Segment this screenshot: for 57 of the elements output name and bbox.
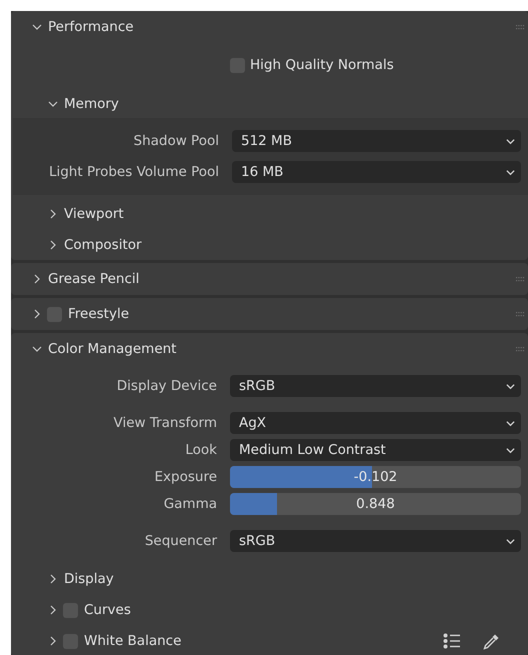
list-icon[interactable] bbox=[443, 633, 461, 649]
field-label: Sequencer bbox=[144, 532, 217, 551]
dropdown[interactable]: AgX bbox=[230, 412, 521, 434]
field-label: Look bbox=[184, 440, 217, 460]
panel-title: Grease Pencil bbox=[48, 270, 140, 289]
subpanel-header[interactable]: Display bbox=[11, 567, 528, 591]
chevron-down-icon[interactable] bbox=[48, 99, 58, 109]
subpanel-title: Memory bbox=[64, 94, 119, 114]
panel-title: Performance bbox=[48, 18, 134, 37]
field-label: Gamma bbox=[162, 494, 217, 514]
field-label: Shadow Pool bbox=[132, 132, 219, 151]
drag-handle-icon[interactable] bbox=[516, 24, 525, 30]
chevron-down-icon[interactable] bbox=[32, 344, 42, 354]
chevron-right-icon[interactable] bbox=[48, 240, 58, 250]
field-label: Light Probes Volume Pool bbox=[48, 162, 219, 182]
chevron-right-icon[interactable] bbox=[32, 309, 42, 319]
caret-icon bbox=[506, 382, 515, 390]
field-label: Exposure bbox=[154, 468, 217, 487]
field-label: View Transform bbox=[112, 414, 217, 433]
subpanel-title: Viewport bbox=[64, 204, 124, 224]
dropdown[interactable]: 512 MB bbox=[232, 130, 521, 152]
drag-handle-icon[interactable] bbox=[516, 312, 525, 316]
chevron-right-icon[interactable] bbox=[48, 605, 58, 615]
chevron-right-icon[interactable] bbox=[48, 574, 58, 584]
checkbox-label: High Quality Normals bbox=[250, 56, 394, 75]
chevron-right-icon[interactable] bbox=[48, 636, 58, 646]
drag-handle-icon[interactable] bbox=[516, 276, 525, 282]
subpanel-header[interactable]: White Balance bbox=[11, 629, 528, 653]
drag-handle-icon[interactable] bbox=[516, 346, 525, 352]
chevron-right-icon[interactable] bbox=[32, 274, 42, 284]
dropdown[interactable]: Medium Low Contrast bbox=[230, 439, 521, 461]
subpanel-title: Curves bbox=[84, 600, 131, 620]
dropdown[interactable]: sRGB bbox=[230, 375, 521, 397]
panel-title: Freestyle bbox=[68, 304, 130, 324]
caret-icon bbox=[506, 418, 515, 428]
chevron-right-icon[interactable] bbox=[48, 209, 58, 219]
panel-header[interactable]: Performance bbox=[11, 11, 528, 43]
subpanel-header[interactable]: Viewport bbox=[11, 202, 528, 226]
subpanel-header[interactable]: Compositor bbox=[11, 233, 528, 257]
dropdown[interactable]: 16 MB bbox=[232, 161, 521, 183]
dropdown[interactable]: sRGB bbox=[230, 530, 521, 552]
panel-header[interactable]: Freestyle bbox=[11, 298, 528, 330]
subpanel-title: Display bbox=[64, 570, 114, 589]
panel-title: Color Management bbox=[48, 340, 176, 359]
subpanel-title: White Balance bbox=[84, 632, 182, 651]
subpanel-title: Compositor bbox=[64, 236, 142, 255]
field-label: Display Device bbox=[116, 376, 217, 396]
caret-icon bbox=[506, 136, 515, 146]
caret-icon bbox=[506, 168, 515, 176]
panel-header[interactable]: Color Management bbox=[11, 333, 528, 365]
subpanel-header[interactable]: Curves bbox=[11, 598, 528, 622]
caret-icon bbox=[506, 536, 515, 546]
panel-header[interactable]: Grease Pencil bbox=[11, 263, 528, 295]
slider[interactable]: 0.848 bbox=[230, 493, 521, 515]
subpanel-header[interactable]: Memory bbox=[11, 92, 528, 116]
caret-icon bbox=[506, 446, 515, 454]
chevron-down-icon[interactable] bbox=[32, 22, 42, 32]
